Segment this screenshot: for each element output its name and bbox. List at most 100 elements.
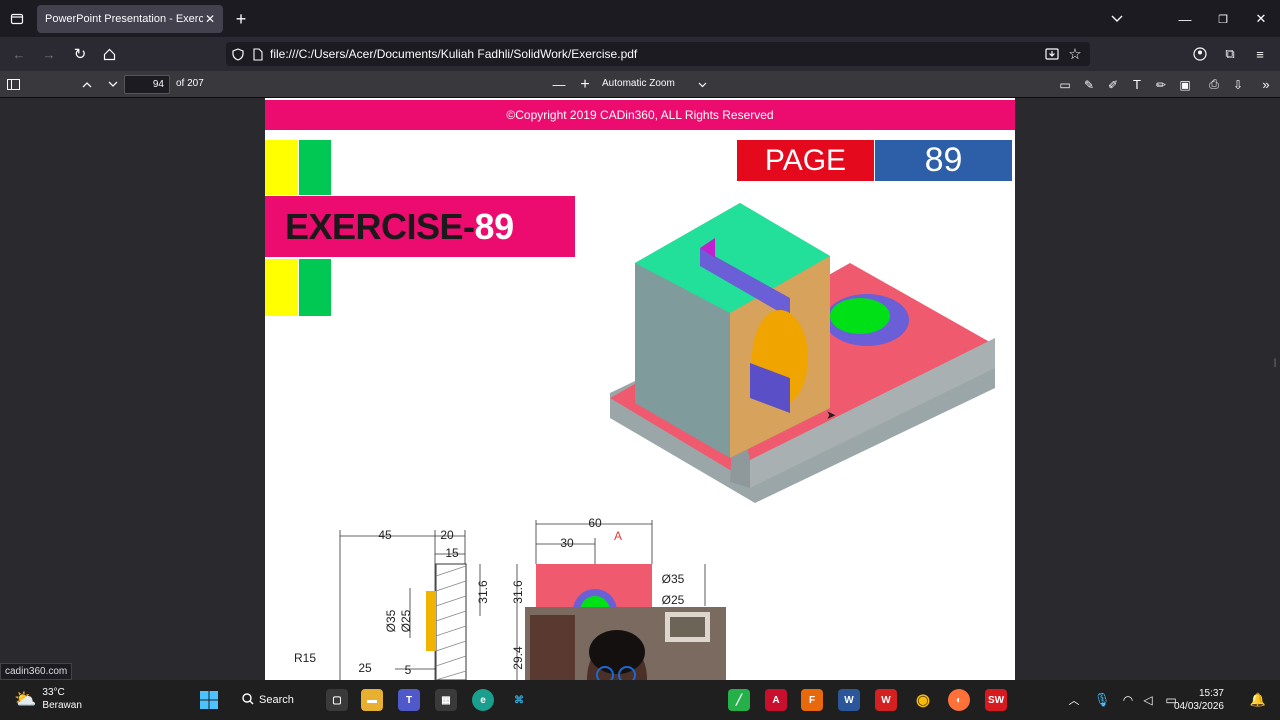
solidworks-icon[interactable]: SW [985, 689, 1007, 711]
address-bar[interactable]: file:///C:/Users/Acer/Documents/Kuliah F… [226, 42, 1090, 66]
edge-icon[interactable]: e [472, 689, 494, 711]
taskbar: ⛅ 33°C Berawan Search ▢ ▬ T ▦ e ⌘ ╱ A F … [0, 680, 1280, 720]
dim-31-6b: 31.6 [511, 580, 525, 604]
bookmark-star-icon[interactable]: ☆ [1066, 45, 1084, 63]
notification-bell-icon[interactable]: 🔔 [1250, 692, 1266, 708]
dim-29-4: 29.4 [511, 646, 525, 670]
search-label: Search [259, 694, 294, 706]
chevron-down-icon [696, 79, 708, 91]
zoom-out-icon[interactable]: — [551, 76, 567, 93]
temperature: 33°C [42, 687, 65, 698]
task-view-icon[interactable]: ▢ [326, 689, 348, 711]
dim-dia25: Ø25 [399, 609, 413, 632]
url-text: file:///C:/Users/Acer/Documents/Kuliah F… [270, 47, 638, 61]
close-tab-icon[interactable]: ✕ [203, 12, 217, 26]
extensions-icon[interactable]: ⧉ [1221, 45, 1239, 63]
date: 04/03/2026 [1173, 701, 1224, 712]
chevron-down-icon[interactable] [1108, 10, 1126, 28]
back-icon[interactable]: ← [10, 45, 28, 63]
restore-icon[interactable]: ❐ [1214, 10, 1232, 28]
next-page-icon[interactable] [104, 76, 122, 93]
navigation-bar: ← → ↻ file:///C:/Users/Acer/Documents/Ku… [0, 37, 1280, 71]
firefox-icon[interactable]: ◐ [948, 689, 970, 711]
pdf-toolbar: 94 of 207 — + Automatic Zoom ▭ ✎ ✐ T ✏ ▣… [0, 71, 1280, 98]
minimize-icon[interactable]: — [1176, 10, 1194, 28]
dim-25: 25 [358, 661, 372, 675]
exercise-prefix: EXERCISE- [285, 205, 475, 247]
clock[interactable]: 15:37 04/03/2026 [1174, 687, 1224, 713]
zoom-select[interactable]: Automatic Zoom [598, 75, 714, 94]
yellow-block [265, 259, 298, 316]
dim-45: 45 [378, 528, 392, 542]
chrome-icon[interactable]: ◉ [912, 689, 934, 711]
scrollbar-thumb[interactable]: | [1272, 356, 1278, 368]
link-status: cadin360.com [0, 663, 73, 680]
zoom-in-icon[interactable]: + [577, 76, 593, 93]
signature-icon[interactable]: ✎ [1080, 76, 1098, 93]
isometric-3d-model [610, 203, 995, 503]
comment-icon[interactable]: ▭ [1056, 76, 1074, 93]
mouse-cursor-icon: ➤ [825, 408, 837, 422]
teams-icon[interactable]: T [398, 689, 420, 711]
time: 15:37 [1198, 688, 1224, 699]
windows-start-icon[interactable] [198, 689, 220, 711]
copyright-banner: ©Copyright 2019 CADin360, ALL Rights Res… [265, 100, 1015, 130]
page-number-input[interactable]: 94 [124, 75, 170, 94]
previous-page-icon[interactable] [78, 76, 96, 93]
reload-icon[interactable]: ↻ [71, 45, 89, 63]
forward-icon[interactable]: → [40, 45, 58, 63]
page-count: of 207 [176, 78, 204, 89]
taskbar-search[interactable]: Search [242, 689, 306, 711]
file-explorer-icon[interactable]: ▬ [361, 689, 383, 711]
tab-list-icon[interactable] [8, 10, 26, 28]
app-menu-icon[interactable]: ≡ [1251, 45, 1269, 63]
more-tools-icon[interactable]: » [1258, 76, 1274, 93]
dim-phi25: Ø25 [662, 593, 685, 607]
dim-20: 20 [440, 528, 454, 542]
print-icon[interactable]: ⎙ [1205, 76, 1223, 93]
chevron-up-icon[interactable]: ︿ [1066, 692, 1082, 708]
draw-icon[interactable]: ✏ [1152, 76, 1170, 93]
dim-phi35: Ø35 [662, 572, 685, 586]
word-icon[interactable]: W [838, 689, 860, 711]
green-block [299, 140, 331, 195]
wifi-icon[interactable]: ◠ [1120, 692, 1136, 708]
exercise-title: EXERCISE- 89 [265, 196, 575, 257]
text-tool-icon[interactable]: T [1128, 76, 1146, 93]
save-icon[interactable]: ⇩ [1229, 76, 1247, 93]
sidebar-toggle-icon[interactable] [4, 76, 22, 93]
dim-5: 5 [405, 663, 412, 677]
section-a-label: A [614, 529, 622, 543]
volume-icon[interactable]: ◁ [1140, 692, 1156, 708]
page-value: 89 [875, 140, 1012, 181]
acrobat-icon[interactable]: A [765, 689, 787, 711]
tab-bar: PowerPoint Presentation - Exercise.pdf ✕… [0, 0, 1280, 37]
home-icon[interactable] [100, 45, 118, 63]
shield-icon[interactable] [230, 46, 246, 62]
active-tab[interactable]: PowerPoint Presentation - Exercise.pdf ✕ [37, 5, 223, 33]
cloud-sun-icon: ⛅ [14, 688, 37, 709]
tab-title: PowerPoint Presentation - Exercise.pdf [45, 13, 203, 25]
microphone-icon[interactable]: 🎙 [1094, 692, 1111, 708]
new-tab-icon[interactable]: + [232, 9, 250, 29]
weather-widget[interactable]: ⛅ 33°C Berawan [14, 686, 82, 712]
foxit-icon[interactable]: F [801, 689, 823, 711]
dim-60: 60 [588, 516, 602, 530]
pdf-page: ©Copyright 2019 CADin360, ALL Rights Res… [265, 98, 1015, 680]
yellow-block [265, 140, 298, 195]
green-app-icon[interactable]: ╱ [728, 689, 750, 711]
app-icon[interactable]: ⌘ [508, 689, 530, 711]
dim-dia35: Ø35 [384, 609, 398, 632]
file-icon [250, 46, 266, 62]
image-icon[interactable]: ▣ [1176, 76, 1194, 93]
exercise-number: 89 [474, 205, 515, 247]
page-label: PAGE [737, 140, 874, 181]
highlight-icon[interactable]: ✐ [1104, 76, 1122, 93]
download-pdf-icon[interactable] [1043, 45, 1061, 63]
store-icon[interactable]: ▦ [435, 689, 457, 711]
account-icon[interactable] [1191, 45, 1209, 63]
wps-icon[interactable]: W [875, 689, 897, 711]
pdf-viewer[interactable]: ©Copyright 2019 CADin360, ALL Rights Res… [0, 98, 1280, 680]
close-window-icon[interactable]: ✕ [1252, 10, 1270, 28]
dim-15: 15 [445, 546, 459, 560]
